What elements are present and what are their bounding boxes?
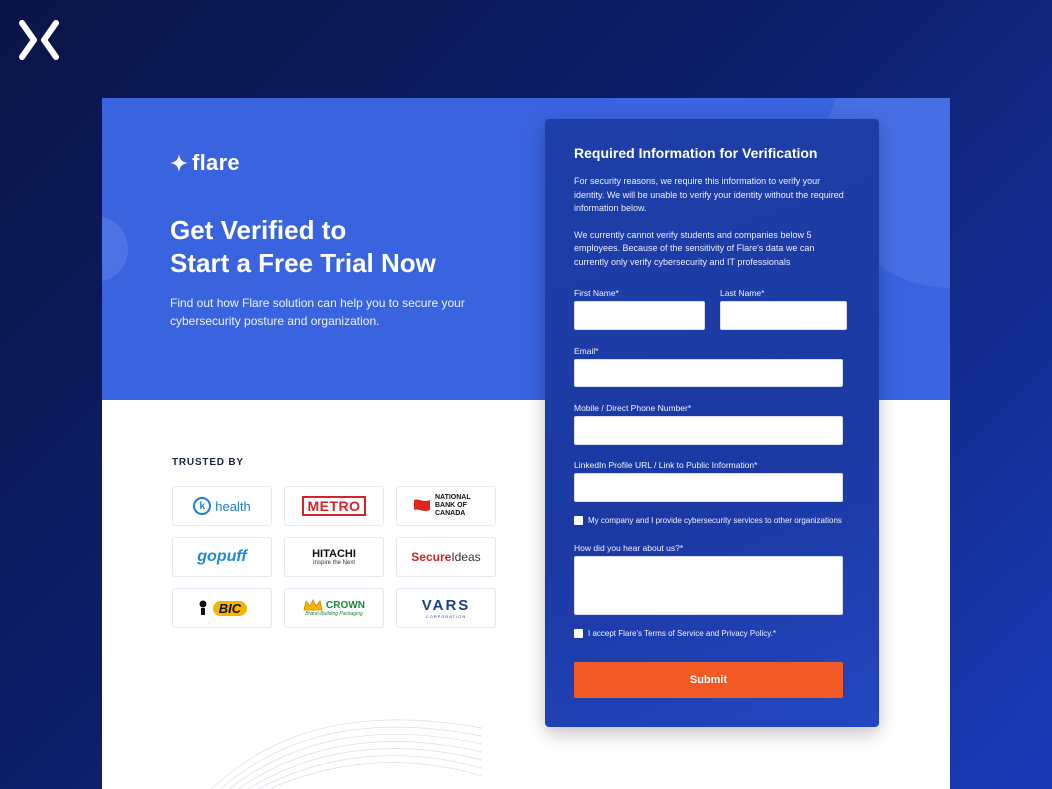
trusted-by-heading: TRUSTED BY	[172, 457, 244, 468]
last-name-label: Last Name*	[720, 288, 765, 298]
bic-boy-icon	[199, 600, 207, 615]
submit-button[interactable]: Submit	[574, 662, 843, 698]
last-name-field[interactable]	[720, 301, 847, 330]
linkedin-field[interactable]	[574, 473, 843, 502]
terms-checkbox-row: I accept Flare's Terms of Service and Pr…	[574, 629, 776, 638]
verification-form: Required Information for Verification Fo…	[545, 119, 879, 727]
flare-logo: flare	[170, 150, 240, 176]
terms-checkbox-label: I accept Flare's Terms of Service and Pr…	[588, 629, 776, 638]
phone-field[interactable]	[574, 416, 843, 445]
terms-checkbox[interactable]	[574, 629, 583, 638]
email-label: Email*	[574, 346, 599, 356]
provider-checkbox-row: My company and I provide cybersecurity s…	[574, 516, 842, 525]
x-logo-icon	[19, 20, 59, 60]
first-name-field[interactable]	[574, 301, 705, 330]
hear-about-textarea[interactable]	[574, 556, 843, 615]
provider-checkbox[interactable]	[574, 516, 583, 525]
headline-line-2: Start a Free Trial Now	[170, 248, 436, 278]
form-intro: For security reasons, we require this in…	[574, 175, 849, 269]
first-name-label: First Name*	[574, 288, 619, 298]
page-title: Get Verified to Start a Free Trial Now	[170, 214, 530, 280]
logo-bic: BIC	[172, 588, 272, 628]
logo-secure-ideas: Secure Ideas	[396, 537, 496, 577]
logo-national-bank: NATIONAL BANK OF CANADA	[396, 486, 496, 526]
headline-line-1: Get Verified to	[170, 215, 347, 245]
decorative-circle	[102, 216, 128, 282]
logo-crown: CROWN Brand-Building Packaging	[284, 588, 384, 628]
decorative-waves	[210, 719, 482, 789]
hear-about-label: How did you hear about us?*	[574, 543, 684, 553]
flare-spark-icon	[170, 154, 188, 172]
k-mark-icon: k	[193, 497, 212, 515]
form-intro-paragraph-2: We currently cannot verify students and …	[574, 229, 815, 267]
email-field[interactable]	[574, 359, 843, 387]
logo-hitachi: HITACHI Inspire the Next	[284, 537, 384, 577]
flag-icon	[414, 499, 430, 511]
crown-icon	[303, 599, 323, 611]
phone-label: Mobile / Direct Phone Number*	[574, 403, 692, 413]
brand-name: flare	[192, 150, 240, 175]
hero-subtitle: Find out how Flare solution can help you…	[170, 296, 465, 328]
logo-vars: VARS CORPORATION	[396, 588, 496, 628]
linkedin-label: LinkedIn Profile URL / Link to Public In…	[574, 460, 758, 470]
form-intro-paragraph-1: For security reasons, we require this in…	[574, 176, 844, 213]
logo-k-health: k health	[172, 486, 272, 526]
form-title: Required Information for Verification	[574, 145, 818, 161]
logo-metro: METRO	[284, 486, 384, 526]
provider-checkbox-label: My company and I provide cybersecurity s…	[588, 516, 842, 525]
logo-gopuff: gopuff	[172, 537, 272, 577]
trusted-logos-grid: k health METRO NATIONAL BANK OF CANADA g…	[172, 486, 496, 628]
